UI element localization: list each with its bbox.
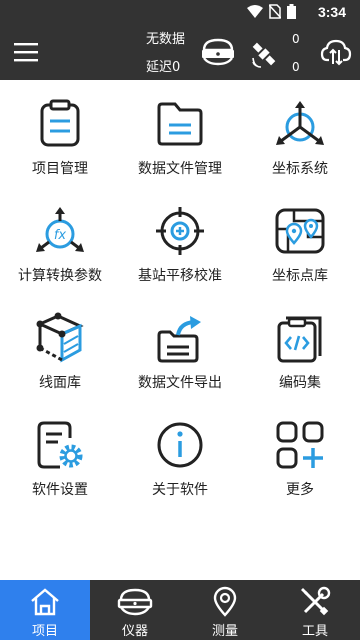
tile-label: 线面库 bbox=[39, 375, 81, 391]
battery-icon bbox=[287, 4, 296, 19]
tile-label: 坐标点库 bbox=[272, 268, 328, 284]
satellite-button[interactable] bbox=[250, 40, 278, 72]
settings-doc-icon bbox=[37, 421, 83, 469]
home-icon bbox=[31, 588, 59, 616]
crosshair-icon bbox=[156, 207, 204, 255]
tile-label: 编码集 bbox=[279, 375, 321, 391]
tile-label: 更多 bbox=[286, 482, 314, 498]
cube-icon bbox=[36, 312, 84, 363]
data-status: 无数据 bbox=[146, 32, 186, 47]
receiver-button[interactable] bbox=[200, 38, 236, 70]
gnss-receiver-icon bbox=[117, 588, 153, 616]
tile-label: 坐标系统 bbox=[272, 161, 328, 177]
hamburger-icon bbox=[14, 43, 38, 62]
data-file-export-tile[interactable]: 数据文件导出 bbox=[120, 294, 240, 401]
wifi-icon bbox=[247, 4, 263, 18]
function-axes-icon: fx bbox=[36, 207, 84, 252]
tile-label: 软件设置 bbox=[32, 482, 88, 498]
tile-label: 项目管理 bbox=[32, 161, 88, 177]
software-settings-tile[interactable]: 软件设置 bbox=[0, 401, 120, 508]
compute-transform-params-tile[interactable]: fx 计算转换参数 bbox=[0, 187, 120, 294]
top-bar: 无数据 延迟0 0 0 bbox=[0, 24, 360, 80]
tools-icon bbox=[301, 586, 331, 616]
cloud-sync-button[interactable] bbox=[320, 38, 352, 70]
tab-label: 测量 bbox=[211, 624, 238, 639]
coordinate-point-library-tile[interactable]: 坐标点库 bbox=[240, 187, 360, 294]
export-file-icon bbox=[157, 316, 201, 363]
data-file-management-tile[interactable]: 数据文件管理 bbox=[120, 80, 240, 187]
location-pin-icon bbox=[213, 586, 237, 617]
tab-instrument[interactable]: 仪器 bbox=[90, 580, 180, 640]
tab-project[interactable]: 项目 bbox=[0, 580, 90, 640]
tab-survey[interactable]: 测量 bbox=[180, 580, 270, 640]
tile-label: 关于软件 bbox=[152, 482, 208, 498]
code-set-tile[interactable]: 编码集 bbox=[240, 294, 360, 401]
more-tile[interactable]: 更多 bbox=[240, 401, 360, 508]
cloud-transfer-icon bbox=[320, 39, 352, 66]
status-icons bbox=[247, 4, 296, 19]
line-surface-library-tile[interactable]: 线面库 bbox=[0, 294, 120, 401]
coordinate-axes-icon bbox=[276, 101, 324, 145]
svg-text:fx: fx bbox=[54, 228, 67, 243]
code-clipboard-icon bbox=[277, 316, 322, 363]
map-pins-icon bbox=[275, 208, 325, 254]
satellite-count-top: 0 bbox=[292, 32, 300, 46]
about-software-tile[interactable]: 关于软件 bbox=[120, 401, 240, 508]
gnss-receiver-icon bbox=[202, 38, 234, 66]
folder-icon bbox=[157, 102, 203, 146]
info-icon bbox=[157, 422, 203, 468]
clipboard-icon bbox=[40, 99, 80, 147]
no-sim-icon bbox=[269, 4, 281, 19]
project-management-tile[interactable]: 项目管理 bbox=[0, 80, 120, 187]
tile-label: 基站平移校准 bbox=[138, 268, 222, 284]
latency-status: 延迟0 bbox=[146, 60, 181, 75]
tab-label: 工具 bbox=[301, 624, 328, 639]
status-bar: 3:34 bbox=[0, 0, 360, 24]
tile-label: 数据文件管理 bbox=[138, 161, 222, 177]
bottom-navigation: 项目 仪器 测量 工具 bbox=[0, 580, 360, 640]
clock: 3:34 bbox=[317, 4, 346, 20]
base-station-calibration-tile[interactable]: 基站平移校准 bbox=[120, 187, 240, 294]
satellite-count-bottom: 0 bbox=[292, 60, 300, 74]
tile-label: 计算转换参数 bbox=[18, 268, 102, 284]
satellite-icon bbox=[252, 42, 276, 68]
menu-button[interactable] bbox=[12, 38, 44, 66]
tile-label: 数据文件导出 bbox=[138, 375, 222, 391]
tab-tools[interactable]: 工具 bbox=[270, 580, 360, 640]
more-grid-icon bbox=[276, 421, 324, 469]
feature-grid: 项目管理 数据文件管理 坐标系统 fx 计算转换参数 基站平移校准 坐标点库 线… bbox=[0, 80, 360, 580]
tab-label: 项目 bbox=[31, 624, 58, 639]
coordinate-system-tile[interactable]: 坐标系统 bbox=[240, 80, 360, 187]
tab-label: 仪器 bbox=[121, 624, 148, 639]
